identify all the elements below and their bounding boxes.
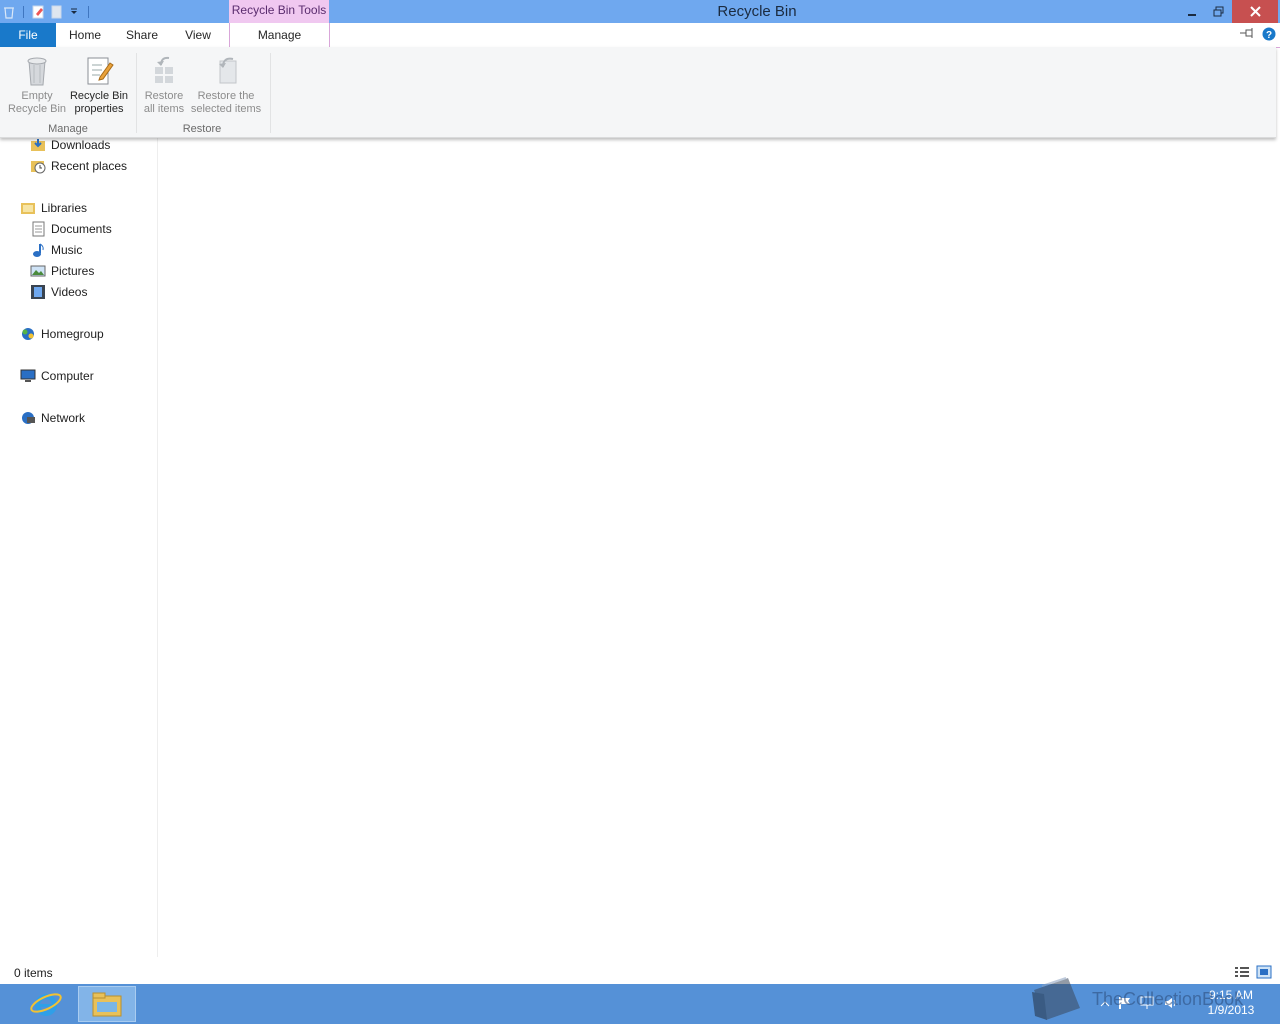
taskbar-clock[interactable]: 9:15 AM 1/9/2013 (1196, 988, 1266, 1018)
restore-selected-label-1: Restore the (197, 90, 255, 102)
recycle-bin-icon (2, 5, 16, 19)
new-folder-icon[interactable] (49, 5, 63, 19)
large-icons-view-icon[interactable] (1256, 965, 1272, 982)
nav-item-label: Recent places (51, 159, 128, 173)
nav-item-music[interactable]: Music (30, 240, 82, 260)
minimize-icon (1188, 13, 1196, 16)
music-icon (30, 242, 46, 258)
nav-item-label: Computer (41, 369, 94, 383)
restore-selected-items-button[interactable]: Restore the selected items (188, 53, 264, 116)
network-icon (20, 410, 36, 426)
help-icon: ? (1262, 27, 1276, 41)
window-title: Recycle Bin (717, 3, 797, 20)
empty-recycle-bin-label-2: Recycle Bin (7, 103, 67, 115)
empty-recycle-bin-label-1: Empty (21, 90, 53, 102)
navigation-pane: Downloads Recent places Libraries Docume… (0, 137, 157, 957)
videos-icon (30, 284, 46, 300)
ribbon-tabs: File Home Share View Manage (0, 23, 1280, 48)
system-tray (1100, 996, 1180, 1013)
manage-group-label: Manage (48, 123, 88, 135)
close-button[interactable] (1232, 0, 1278, 23)
homegroup-icon (20, 326, 36, 342)
nav-item-computer[interactable]: Computer (20, 366, 94, 386)
restore-all-icon (147, 53, 181, 87)
svg-text:?: ? (1266, 30, 1272, 41)
nav-item-label: Documents (51, 222, 112, 236)
restore-group-label: Restore (182, 123, 222, 135)
title-bar: Recycle Bin Tools Recycle Bin (0, 0, 1280, 23)
nav-item-label: Videos (51, 285, 88, 299)
group-separator (136, 53, 137, 133)
nav-item-label: Music (51, 243, 83, 257)
downloads-icon (30, 137, 46, 153)
nav-item-homegroup[interactable]: Homegroup (20, 324, 104, 344)
customize-qat-chevron-icon[interactable] (67, 5, 81, 19)
tab-view[interactable]: View (170, 23, 226, 47)
volume-icon[interactable] (1164, 996, 1180, 1013)
pin-icon (1240, 28, 1253, 38)
restore-selected-icon (209, 53, 243, 87)
recycle-bin-properties-label-2: properties (74, 103, 124, 115)
tab-home[interactable]: Home (56, 23, 114, 47)
nav-item-recent-places[interactable]: Recent places (30, 156, 127, 176)
restore-selected-label-2: selected items (190, 103, 262, 115)
action-center-flag-icon[interactable] (1118, 996, 1132, 1013)
internet-explorer-button[interactable] (22, 986, 70, 1022)
nav-item-label: Pictures (51, 264, 95, 278)
nav-item-documents[interactable]: Documents (30, 219, 112, 239)
show-hidden-icons-icon[interactable] (1100, 998, 1110, 1012)
clock-time: 9:15 AM (1208, 988, 1254, 1002)
properties-icon[interactable] (31, 5, 45, 19)
restore-all-label-1: Restore (144, 90, 184, 102)
nav-item-pictures[interactable]: Pictures (30, 261, 94, 281)
network-status-icon[interactable] (1140, 996, 1156, 1013)
file-explorer-button[interactable] (78, 986, 136, 1022)
restore-down-button[interactable] (1203, 0, 1233, 23)
group-separator (270, 53, 271, 133)
nav-item-network[interactable]: Network (20, 408, 85, 428)
qat-separator (23, 6, 24, 18)
libraries-icon (20, 200, 36, 216)
nav-item-libraries[interactable]: Libraries (20, 198, 87, 218)
details-view-icon[interactable] (1234, 965, 1250, 982)
recent-places-icon (30, 158, 46, 174)
nav-item-label: Downloads (51, 138, 111, 152)
quick-access-toolbar (2, 3, 92, 21)
qat-separator (88, 6, 89, 18)
nav-item-videos[interactable]: Videos (30, 282, 87, 302)
close-icon (1249, 6, 1261, 17)
tab-manage[interactable]: Manage (229, 23, 330, 48)
contextual-tab-group-label: Recycle Bin Tools (229, 0, 329, 23)
item-count: 0 items (14, 966, 53, 980)
recycle-bin-properties-label-1: Recycle Bin (69, 90, 129, 102)
nav-item-label: Libraries (41, 201, 88, 215)
internet-explorer-icon (30, 993, 62, 1016)
tab-file[interactable]: File (0, 23, 56, 47)
help-button[interactable]: ? (1262, 27, 1276, 41)
restore-all-label-2: all items (143, 103, 185, 115)
nav-item-label: Homegroup (41, 327, 104, 341)
documents-icon (30, 221, 46, 237)
restore-down-icon (1213, 6, 1223, 17)
clock-date: 1/9/2013 (1207, 1003, 1255, 1017)
tab-share[interactable]: Share (114, 23, 170, 47)
pictures-icon (30, 263, 46, 279)
recycle-bin-properties-button[interactable]: Recycle Bin properties (68, 53, 130, 116)
ribbon-manage-panel: Empty Recycle Bin Recycle Bin properties… (0, 47, 1276, 138)
pane-splitter[interactable] (157, 137, 158, 957)
file-explorer-icon (92, 992, 122, 1017)
computer-icon (20, 368, 36, 384)
properties-icon (82, 53, 116, 87)
recycle-bin-icon (20, 53, 54, 87)
file-list-area[interactable] (160, 140, 1276, 956)
nav-item-label: Network (41, 411, 86, 425)
pin-ribbon-button[interactable] (1239, 27, 1255, 39)
taskbar: 9:15 AM 1/9/2013 (0, 984, 1280, 1024)
restore-all-items-button[interactable]: Restore all items (140, 53, 188, 116)
empty-recycle-bin-button[interactable]: Empty Recycle Bin (6, 53, 68, 116)
status-bar: 0 items (0, 962, 1280, 984)
nav-item-downloads[interactable]: Downloads (30, 135, 110, 155)
